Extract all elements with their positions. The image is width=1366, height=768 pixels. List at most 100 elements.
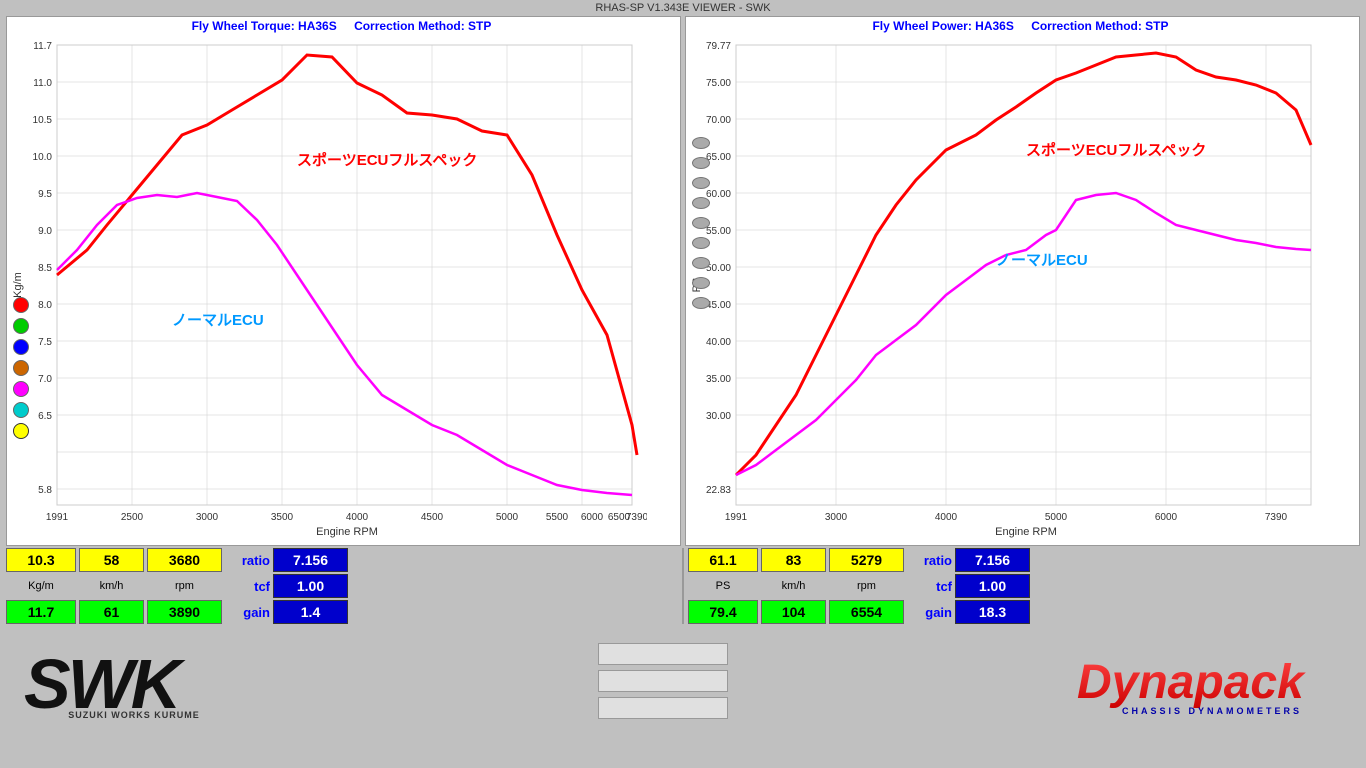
left-legend — [13, 297, 29, 439]
left-green2: 61 — [79, 600, 144, 624]
right-val2: 83 — [761, 548, 826, 572]
left-gain-label: gain — [225, 605, 270, 620]
swk-logo-area: SWK SUZUKI WORKS KURUME — [4, 631, 264, 731]
svg-text:Kg/m: Kg/m — [12, 272, 24, 298]
svg-text:7390: 7390 — [1265, 512, 1288, 523]
svg-text:3000: 3000 — [825, 512, 848, 523]
oval-5 — [692, 217, 710, 229]
svg-text:6000: 6000 — [581, 512, 604, 523]
left-stats: 10.3 58 3680 ratio 7.156 Kg/m km/h rpm t… — [6, 548, 678, 624]
right-gain-label: gain — [907, 605, 952, 620]
svg-text:1991: 1991 — [46, 512, 69, 523]
svg-text:SWK: SWK — [24, 645, 186, 718]
svg-text:22.83: 22.83 — [706, 485, 731, 496]
swk-logo-svg: SWK — [19, 643, 249, 718]
svg-text:ノーマルECU: ノーマルECU — [996, 252, 1088, 269]
svg-text:6.5: 6.5 — [38, 411, 52, 422]
legend-cyan — [13, 402, 29, 418]
svg-text:79.77: 79.77 — [706, 41, 731, 52]
svg-text:Engine RPM: Engine RPM — [316, 526, 378, 538]
left-green1: 11.7 — [6, 600, 76, 624]
svg-text:8.5: 8.5 — [38, 263, 52, 274]
svg-text:11.0: 11.0 — [33, 78, 52, 89]
svg-text:スポーツECUフルスペック: スポーツECUフルスペック — [1026, 141, 1206, 159]
left-unit2: km/h — [79, 580, 144, 592]
svg-text:スポーツECUフルスペック: スポーツECUフルスペック — [297, 151, 477, 169]
bottom-area: SWK SUZUKI WORKS KURUME Dynapack CHASSIS… — [0, 626, 1366, 736]
left-ratio-val: 7.156 — [273, 548, 348, 572]
right-tcf-label: tcf — [907, 579, 952, 594]
left-tcf-label: tcf — [225, 579, 270, 594]
svg-text:5500: 5500 — [546, 512, 569, 523]
left-chart: Fly Wheel Torque: HA36S Correction Metho… — [6, 16, 681, 546]
svg-text:4500: 4500 — [421, 512, 444, 523]
right-val3: 5279 — [829, 548, 904, 572]
svg-text:ノーマルECU: ノーマルECU — [172, 312, 264, 329]
stats-divider — [682, 548, 684, 624]
left-unit1: Kg/m — [6, 580, 76, 592]
right-tcf-val: 1.00 — [955, 574, 1030, 598]
oval-6 — [692, 237, 710, 249]
svg-text:8.0: 8.0 — [38, 300, 52, 311]
oval-3 — [692, 177, 710, 189]
oval-2 — [692, 157, 710, 169]
svg-text:1991: 1991 — [725, 512, 748, 523]
svg-text:9.5: 9.5 — [38, 189, 52, 200]
left-unit3: rpm — [147, 580, 222, 592]
legend-red — [13, 297, 29, 313]
svg-text:10.5: 10.5 — [33, 115, 53, 126]
right-unit1: PS — [688, 580, 758, 592]
svg-text:4000: 4000 — [346, 512, 369, 523]
right-ratio-val: 7.156 — [955, 548, 1030, 572]
svg-text:Engine RPM: Engine RPM — [995, 526, 1057, 538]
center-area — [264, 643, 1062, 719]
oval-9 — [692, 297, 710, 309]
center-box-2 — [598, 670, 728, 692]
right-unit2: km/h — [761, 580, 826, 592]
right-chart-title: Fly Wheel Power: HA36S Correction Method… — [686, 17, 1359, 35]
svg-text:Dynapack: Dynapack — [1077, 656, 1306, 709]
svg-text:10.0: 10.0 — [33, 152, 53, 163]
svg-text:5000: 5000 — [1045, 512, 1068, 523]
svg-text:30.00: 30.00 — [706, 411, 731, 422]
swk-logo: SWK — [19, 643, 249, 718]
svg-text:35.00: 35.00 — [706, 374, 731, 385]
title-bar: RHAS-SP V1.343E VIEWER - SWK — [0, 0, 1366, 16]
center-box-3 — [598, 697, 728, 719]
svg-text:3500: 3500 — [271, 512, 294, 523]
oval-8 — [692, 277, 710, 289]
svg-text:9.0: 9.0 — [38, 226, 52, 237]
svg-text:4000: 4000 — [935, 512, 958, 523]
svg-text:3000: 3000 — [196, 512, 219, 523]
center-box-1 — [598, 643, 728, 665]
legend-blue — [13, 339, 29, 355]
left-chart-svg: 11.7 11.0 10.5 10.0 9.5 9.0 8.5 8.0 7.5 … — [7, 35, 647, 545]
legend-magenta — [13, 381, 29, 397]
right-green1: 79.4 — [688, 600, 758, 624]
right-legend-ovals — [692, 137, 710, 309]
swk-sub: SUZUKI WORKS KURUME — [68, 710, 200, 720]
right-ratio-label: ratio — [907, 553, 952, 568]
dynapack-logo: Dynapack — [1072, 646, 1352, 711]
svg-text:5.8: 5.8 — [38, 485, 52, 496]
left-green3: 3890 — [147, 600, 222, 624]
svg-text:6000: 6000 — [1155, 512, 1178, 523]
svg-text:40.00: 40.00 — [706, 337, 731, 348]
right-green2: 104 — [761, 600, 826, 624]
legend-orange — [13, 360, 29, 376]
svg-text:75.00: 75.00 — [706, 78, 731, 89]
svg-text:2500: 2500 — [121, 512, 144, 523]
svg-text:11.7: 11.7 — [33, 41, 52, 52]
right-green3: 6554 — [829, 600, 904, 624]
left-val2: 58 — [79, 548, 144, 572]
right-gain-val: 18.3 — [955, 600, 1030, 624]
dynapack-logo-svg: Dynapack — [1072, 646, 1352, 711]
left-chart-title: Fly Wheel Torque: HA36S Correction Metho… — [7, 17, 680, 35]
svg-text:7.5: 7.5 — [38, 337, 52, 348]
svg-text:70.00: 70.00 — [706, 115, 731, 126]
right-chart-svg: 79.77 75.00 70.00 65.00 60.00 55.00 50.0… — [686, 35, 1326, 545]
legend-yellow — [13, 423, 29, 439]
oval-4 — [692, 197, 710, 209]
stats-bars: 10.3 58 3680 ratio 7.156 Kg/m km/h rpm t… — [0, 546, 1366, 626]
legend-green — [13, 318, 29, 334]
